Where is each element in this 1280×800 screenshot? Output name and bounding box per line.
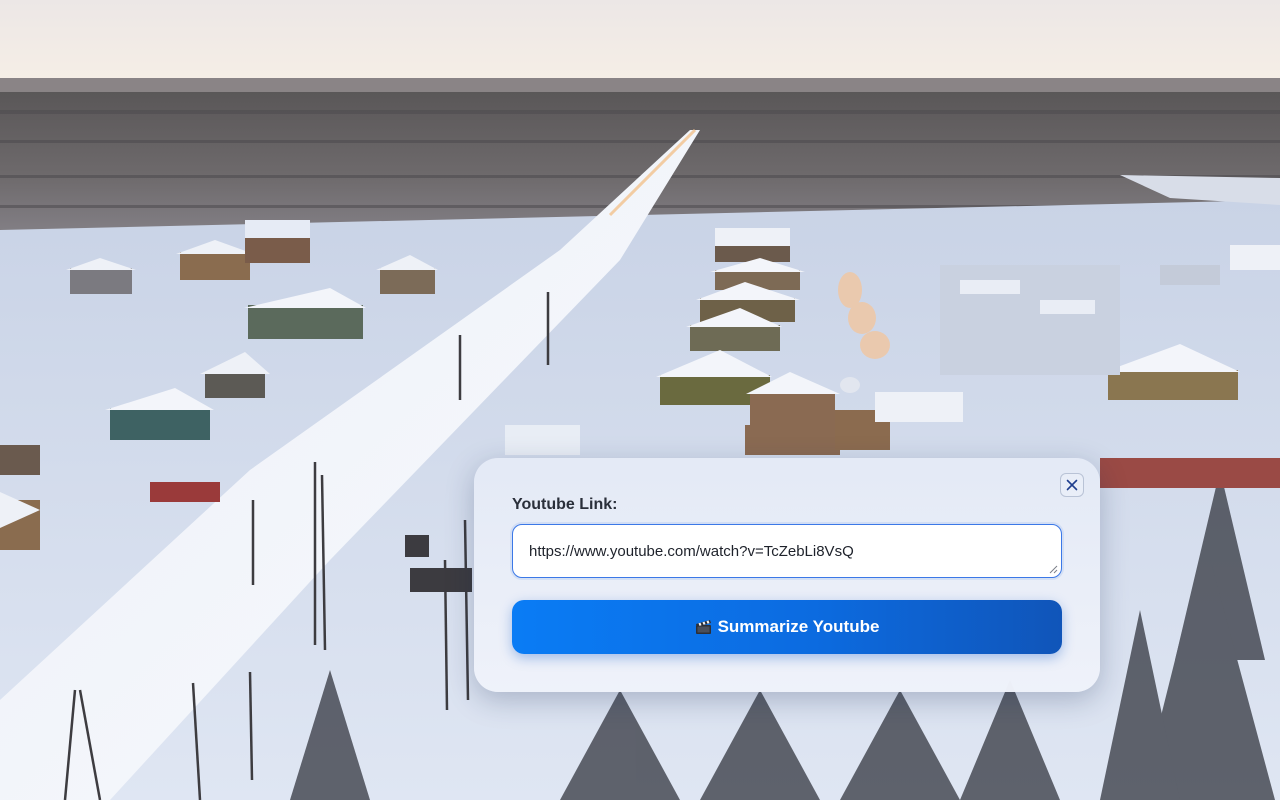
clapperboard-icon (695, 620, 711, 634)
youtube-url-input[interactable]: https://www.youtube.com/watch?v=TcZebLi8… (512, 524, 1062, 578)
youtube-summarize-dialog: Youtube Link: https://www.youtube.com/wa… (474, 458, 1100, 692)
resize-grip-icon[interactable] (1049, 565, 1058, 574)
summarize-youtube-button[interactable]: Summarize Youtube (512, 600, 1062, 654)
close-icon (1066, 479, 1078, 491)
youtube-link-label: Youtube Link: (512, 496, 618, 513)
close-button[interactable] (1060, 473, 1084, 497)
youtube-url-value: https://www.youtube.com/watch?v=TcZebLi8… (529, 542, 854, 560)
summarize-button-label: Summarize Youtube (717, 617, 880, 636)
